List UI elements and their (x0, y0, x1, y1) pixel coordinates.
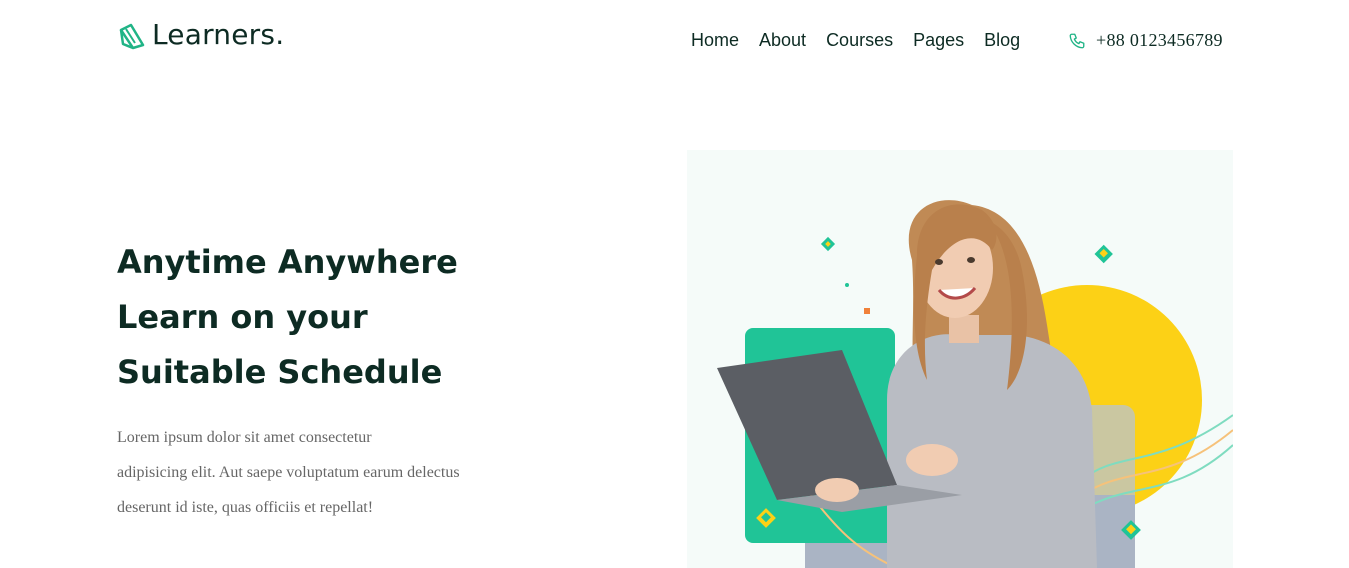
hero-description-line: Lorem ipsum dolor sit amet consectetur (117, 429, 372, 446)
sparkle-icon (820, 236, 836, 252)
hero-title-line: Learn on your (117, 298, 368, 336)
hero-title-line: Anytime Anywhere (117, 243, 458, 281)
phone-number: +88 0123456789 (1096, 30, 1223, 50)
nav-pages[interactable]: Pages (913, 30, 964, 51)
hero-description-line: adipisicing elit. Aut saepe voluptatum e… (117, 464, 460, 481)
hero-description-line: deserunt id iste, quas officiis et repel… (117, 499, 374, 516)
brand-logo[interactable]: Learners. (117, 18, 284, 51)
hero-title: Anytime Anywhere Learn on your Suitable … (117, 235, 537, 400)
hero-illustration (687, 150, 1233, 568)
site-header: Learners. Home About Courses Pages Blog … (0, 0, 1349, 80)
hero-description: Lorem ipsum dolor sit amet consectetur a… (117, 420, 517, 525)
nav-courses[interactable]: Courses (826, 30, 893, 51)
nav-home[interactable]: Home (691, 30, 739, 51)
nav-blog[interactable]: Blog (984, 30, 1020, 51)
phone-icon (1069, 33, 1085, 48)
main-nav: Home About Courses Pages Blog (691, 30, 1040, 51)
book-logo-icon (119, 23, 145, 49)
nav-about[interactable]: About (759, 30, 806, 51)
brand-name: Learners. (152, 18, 285, 51)
phone-contact[interactable]: +88 0123456789 (1068, 30, 1223, 51)
hero-title-line: Suitable Schedule (117, 353, 443, 391)
sparkle-icon (1094, 244, 1113, 264)
student-with-laptop-image (717, 200, 1233, 568)
